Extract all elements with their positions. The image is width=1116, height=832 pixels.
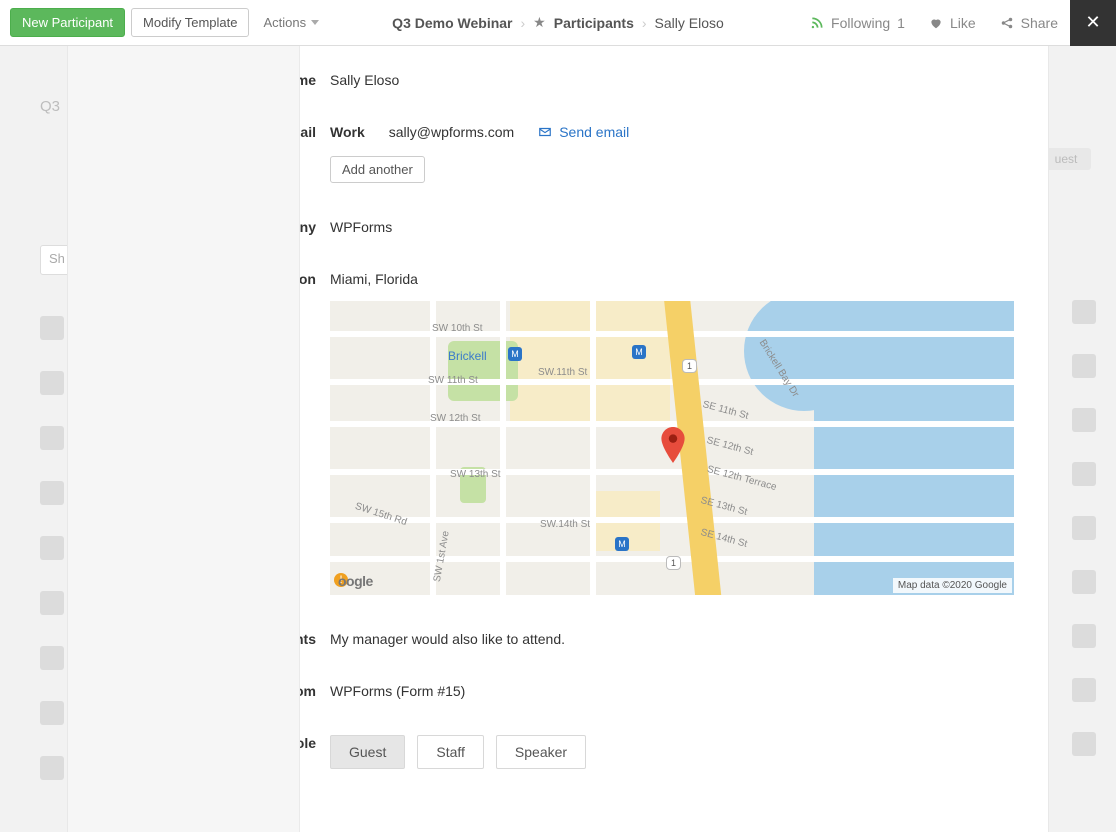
role-option-staff[interactable]: Staff: [417, 735, 484, 769]
new-participant-button[interactable]: New Participant: [10, 8, 125, 37]
field-email: Email Work sally@wpforms.com Send email …: [330, 124, 1014, 183]
close-icon: ✕: [1085, 12, 1100, 33]
role-option-guest[interactable]: Guest: [330, 735, 405, 769]
field-name: Name Sally Eloso: [330, 72, 1014, 88]
metro-icon: M: [632, 345, 646, 359]
value-location: Miami, Florida: [330, 271, 1014, 287]
avatar: [40, 371, 64, 395]
field-location: Location Miami, Florida: [330, 271, 1014, 595]
envelope-icon: [538, 125, 552, 139]
map-google-logo: oogle: [338, 573, 373, 589]
share-button[interactable]: Share: [988, 15, 1070, 31]
avatar: [1072, 354, 1096, 378]
actions-label: Actions: [263, 15, 306, 30]
crumb-participants[interactable]: Participants: [554, 15, 634, 31]
panel-main: Name Sally Eloso Email Work sally@wpform…: [300, 46, 1048, 832]
email-type: Work: [330, 124, 365, 140]
avatar: [40, 316, 64, 340]
topbar: New Participant Modify Template Actions …: [0, 0, 1116, 46]
field-registered-from: Registered From WPForms (Form #15): [330, 683, 1014, 699]
value-registered-from: WPForms (Form #15): [330, 683, 1014, 699]
map-street-label: SW.14th St: [540, 519, 590, 530]
avatar: [1072, 624, 1096, 648]
map-street-label: SW 11th St: [428, 375, 478, 386]
share-label: Share: [1021, 15, 1058, 31]
value-email: sally@wpforms.com: [389, 124, 514, 140]
rss-icon: [810, 16, 824, 30]
map-attribution: Map data ©2020 Google: [893, 578, 1012, 593]
bg-guest-pill: uest: [1041, 148, 1091, 170]
avatar: [1072, 570, 1096, 594]
heart-icon: [929, 16, 943, 30]
map-street-label: SW 13th St: [450, 469, 501, 480]
close-button[interactable]: ✕: [1070, 0, 1116, 46]
map-label-brickell: Brickell: [448, 349, 487, 363]
following-button[interactable]: Following 1: [798, 15, 917, 31]
avatar: [1072, 408, 1096, 432]
map-street-label: SW.11th St: [538, 367, 587, 378]
following-label: Following: [831, 15, 890, 31]
crumb-root[interactable]: Q3 Demo Webinar: [392, 15, 512, 31]
map-street-label: SW 12th St: [430, 413, 481, 424]
detail-panel: Name Sally Eloso Email Work sally@wpform…: [68, 46, 1048, 832]
modify-template-button[interactable]: Modify Template: [131, 8, 249, 37]
like-label: Like: [950, 15, 976, 31]
breadcrumb: Q3 Demo Webinar › ★ Participants › Sally…: [392, 14, 724, 31]
chevron-right-icon: ›: [642, 15, 647, 31]
label-name: Name: [300, 72, 316, 88]
value-name: Sally Eloso: [330, 72, 1014, 88]
hwy-shield-icon: 1: [666, 556, 681, 570]
field-company: Company WPForms: [330, 219, 1014, 235]
chevron-right-icon: ›: [521, 15, 526, 31]
avatar: [1072, 732, 1096, 756]
label-registered-from: Registered From: [300, 683, 316, 699]
following-count: 1: [897, 15, 905, 31]
star-icon: ★: [533, 14, 546, 31]
field-role: Role Guest Staff Speaker: [330, 735, 1014, 769]
avatar: [1072, 678, 1096, 702]
share-icon: [1000, 16, 1014, 30]
panel-sidebar: [68, 46, 300, 832]
avatar: [40, 536, 64, 560]
avatar: [40, 701, 64, 725]
value-comments: My manager would also like to attend.: [330, 631, 1014, 647]
crumb-leaf: Sally Eloso: [655, 15, 724, 31]
metro-icon: M: [615, 537, 629, 551]
send-email-link[interactable]: Send email: [538, 124, 629, 140]
add-another-button[interactable]: Add another: [330, 156, 425, 183]
send-email-label: Send email: [559, 124, 629, 140]
field-comments: Comments My manager would also like to a…: [330, 631, 1014, 647]
avatar: [40, 426, 64, 450]
value-company: WPForms: [330, 219, 1014, 235]
avatar: [1072, 516, 1096, 540]
map-street-label: SW 10th St: [432, 323, 483, 334]
avatar: [1072, 462, 1096, 486]
metro-icon: M: [508, 347, 522, 361]
hwy-shield-icon: 1: [682, 359, 697, 373]
label-email: Email: [300, 124, 316, 140]
avatar: [1072, 300, 1096, 324]
role-option-speaker[interactable]: Speaker: [496, 735, 586, 769]
label-comments: Comments: [300, 631, 316, 647]
bg-title: Q3: [40, 98, 60, 115]
avatar: [40, 481, 64, 505]
label-role: Role: [300, 735, 316, 751]
avatar: [40, 646, 64, 670]
avatar: [40, 756, 64, 780]
label-company: Company: [300, 219, 316, 235]
location-map[interactable]: 1 1 M M M Brickell SW 10th St SW 11th St…: [330, 301, 1014, 595]
chevron-down-icon: [311, 20, 319, 25]
avatar: [40, 591, 64, 615]
actions-dropdown[interactable]: Actions: [263, 15, 319, 30]
label-location: Location: [300, 271, 316, 287]
like-button[interactable]: Like: [917, 15, 988, 31]
map-pin-icon: [660, 427, 686, 453]
